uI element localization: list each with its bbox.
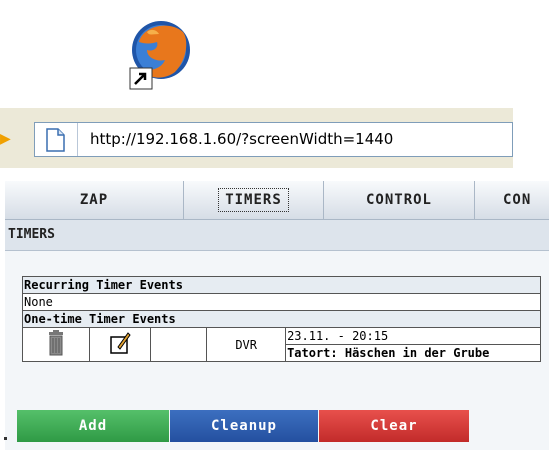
- section-title: TIMERS: [8, 227, 55, 242]
- delete-cell[interactable]: [22, 327, 90, 362]
- table-row: DVR 23.11. - 20:15: [22, 327, 541, 362]
- section-header: TIMERS: [5, 220, 549, 251]
- address-bar[interactable]: http://192.168.1.60/?screenWidth=1440: [34, 122, 513, 157]
- add-button[interactable]: Add: [17, 410, 169, 442]
- tab-bar: ZAP TIMERS CONTROL CON: [5, 181, 549, 220]
- blank-cell: [149, 327, 208, 362]
- timer-table: Recurring Timer Events None One-time Tim…: [22, 276, 541, 362]
- back-arrow-icon[interactable]: ▶: [0, 131, 11, 147]
- page-icon: [43, 127, 67, 153]
- tab-zap[interactable]: ZAP: [5, 181, 184, 219]
- tab-timers[interactable]: TIMERS: [184, 181, 324, 219]
- trash-icon[interactable]: [47, 330, 65, 359]
- mouse-cursor: [4, 437, 7, 440]
- tab-con[interactable]: CON: [475, 181, 549, 219]
- onetime-header: One-time Timer Events: [22, 310, 541, 328]
- event-title: Tatort: Häschen in der Grube: [285, 344, 541, 362]
- event-datetime: 23.11. - 20:15: [285, 327, 541, 345]
- address-bar-strip: ▶ http://192.168.1.60/?screenWidth=1440: [0, 108, 513, 168]
- address-url[interactable]: http://192.168.1.60/?screenWidth=1440: [90, 130, 393, 148]
- cleanup-button[interactable]: Cleanup: [170, 410, 318, 442]
- firefox-shortcut-icon[interactable]: [117, 18, 207, 92]
- recurring-none: None: [22, 293, 541, 311]
- edit-cell[interactable]: [88, 327, 151, 362]
- recurring-header: Recurring Timer Events: [22, 276, 541, 294]
- clear-button[interactable]: Clear: [319, 410, 469, 442]
- address-divider: [77, 123, 78, 156]
- tab-control[interactable]: CONTROL: [324, 181, 475, 219]
- event-type: DVR: [206, 327, 287, 362]
- edit-icon[interactable]: [109, 332, 131, 358]
